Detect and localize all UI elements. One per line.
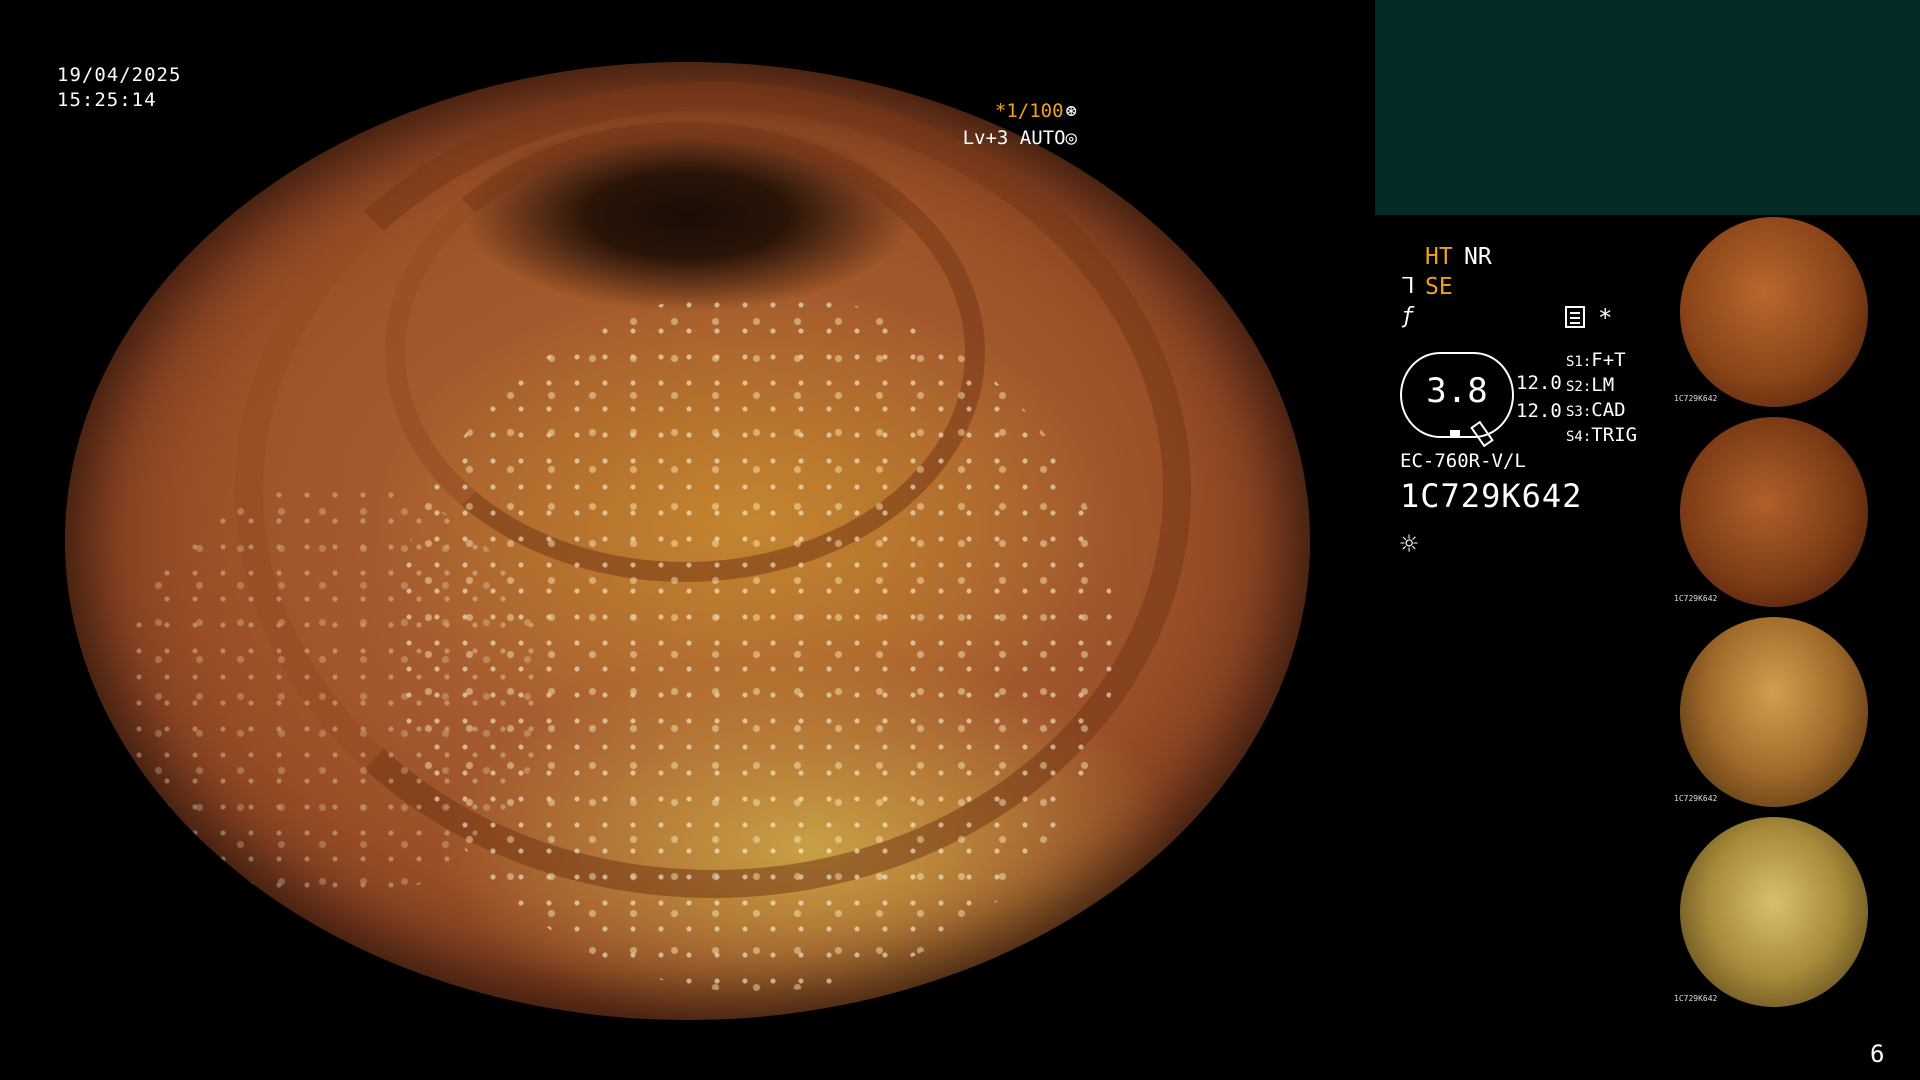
switch-label: TRIG (1591, 424, 1638, 446)
switch-label: CAD (1591, 399, 1626, 421)
thumbnail-caption: 1C729K642 (1674, 594, 1718, 603)
scope-serial: 1C729K642 (1400, 477, 1583, 515)
level-value: Lv+3 AUTO (962, 127, 1066, 149)
thumbnail-2[interactable]: 1C729K642 (1672, 417, 1918, 607)
gauge-mark-icon (1450, 430, 1460, 437)
thumbnail-4[interactable]: 1C729K642 (1672, 817, 1918, 1007)
setting-value-1: 12.0 (1516, 372, 1562, 394)
thumbnail-caption: 1C729K642 (1674, 994, 1718, 1003)
shutter-value: *1/100 (994, 100, 1064, 122)
thumbnail-header-panel (1375, 0, 1920, 215)
pressure-value: 3.8 (1426, 371, 1488, 411)
asterisk-indicator: * (1598, 304, 1613, 332)
thumbnail-3[interactable]: 1C729K642 (1672, 617, 1918, 807)
se-indicator: SE (1425, 274, 1453, 300)
switch-label: F+T (1591, 349, 1626, 371)
nr-indicator: NR (1464, 244, 1492, 270)
switch-s1: S1:F+T (1566, 349, 1626, 371)
shutter-readout: *1/100 ⊛ (995, 100, 1077, 122)
ht-indicator: HT (1425, 244, 1453, 270)
page-number: 6 (1870, 1040, 1885, 1068)
switch-label: LM (1591, 374, 1615, 396)
switch-s2: S2:LM (1566, 374, 1614, 396)
menu-icon (1565, 306, 1585, 328)
switch-key: S3: (1566, 404, 1592, 420)
switch-key: S4: (1566, 429, 1592, 445)
time-readout: 15:25:14 (57, 89, 157, 111)
shutter-icon: ⊛ (1065, 100, 1077, 122)
endoscope-main-view (65, 62, 1310, 1020)
switch-s4: S4:TRIG (1566, 424, 1637, 446)
thumbnail-image (1680, 817, 1868, 1007)
setting-value-2: 12.0 (1516, 400, 1562, 422)
freeze-icon: ƒ (1401, 304, 1415, 329)
light-icon: ☼ (1400, 527, 1419, 562)
thumbnail-1[interactable]: 1C729K642 (1672, 217, 1918, 407)
thumbnail-image (1680, 217, 1868, 407)
switch-key: S1: (1566, 354, 1592, 370)
thumbnail-caption: 1C729K642 (1674, 394, 1718, 403)
brightness-level: Lv+3 AUTO◎ (963, 127, 1077, 149)
switch-s3: S3:CAD (1566, 399, 1626, 421)
iris-icon: ◎ (1065, 127, 1077, 149)
structure-enhance-icon: ᒣ (1401, 274, 1415, 299)
thumbnail-caption: 1C729K642 (1674, 794, 1718, 803)
thumbnail-image (1680, 617, 1868, 807)
switch-key: S2: (1566, 379, 1592, 395)
thumbnail-image (1680, 417, 1868, 607)
scope-model: EC-760R-V/L (1400, 450, 1526, 472)
date-readout: 19/04/2025 (57, 64, 182, 86)
